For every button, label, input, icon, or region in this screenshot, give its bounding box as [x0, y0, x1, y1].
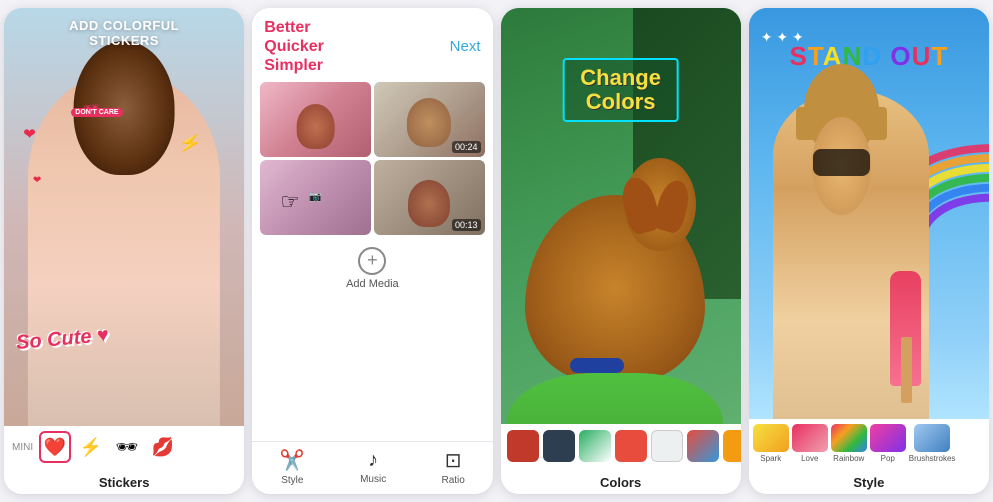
heart-sticker-1: ❤ [23, 125, 36, 143]
add-media-button[interactable]: + Add Media [252, 235, 492, 294]
media-toolbar: ✂️ Style ♪ Music ⊡ Ratio [252, 441, 492, 494]
panel-media: Better Quicker Simpler Next [252, 8, 492, 494]
toolbar-music-label: Music [360, 474, 386, 485]
sticker-heart-item[interactable]: ❤️ [39, 431, 71, 463]
style-swatches-bar: Spark Love Rainbow Pop Brushstrokes [749, 419, 989, 468]
sticker-lips-item[interactable]: 💋 [147, 431, 179, 463]
girl-silhouette-2 [773, 90, 929, 419]
dont-care-sticker: DON'T CARE [71, 108, 122, 117]
photo-label: 📷 [309, 192, 321, 203]
panel-colors: Change Colors [501, 8, 741, 494]
stars-decoration: ✦ ✦ ✦ [761, 29, 804, 46]
mini-label: MINI [10, 442, 35, 453]
colors-image-area: Change Colors [501, 8, 741, 424]
sticker-bolt-item[interactable]: ⚡ [75, 431, 107, 463]
media-thumb-4[interactable]: 00:13 [374, 160, 485, 235]
add-media-circle: + [358, 247, 386, 275]
duration-1: 00:24 [452, 141, 481, 153]
dog-area [525, 195, 705, 382]
style-label: Style [749, 468, 989, 494]
colors-background: Change Colors [501, 8, 741, 424]
color-swatches-bar [501, 424, 741, 468]
style-swatch-love[interactable]: Love [792, 424, 828, 463]
sticker-glasses-item[interactable]: 🕶 [111, 431, 143, 463]
stickers-panel-title: ADD COLORFUL STICKERS [4, 18, 244, 48]
style-swatch-brushstrokes[interactable]: Brushstrokes [909, 424, 956, 463]
media-header: Better Quicker Simpler Next [252, 8, 492, 82]
cursor-icon: ☞ [280, 189, 300, 215]
change-colors-text: Change Colors [580, 66, 661, 114]
style-icon: ✂️ [280, 448, 305, 473]
media-image-area: Better Quicker Simpler Next [252, 8, 492, 441]
swatch-white[interactable] [651, 430, 683, 462]
next-button[interactable]: Next [450, 38, 481, 55]
swatch-coral[interactable] [615, 430, 647, 462]
media-thumb-2[interactable]: 00:24 [374, 82, 485, 157]
stickers-image-area: ❤ ❤ ⚡ 🕶 DON'T CARE So Cute ♥ ADD COLORFU… [4, 8, 244, 426]
toolbar-ratio-label: Ratio [441, 475, 464, 486]
swatch-dark[interactable] [543, 430, 575, 462]
swatch-green-white[interactable] [579, 430, 611, 462]
media-grid: 00:24 📷 ☞ 00:13 [252, 82, 492, 235]
style-swatch-spark[interactable]: Spark [753, 424, 789, 463]
style-image-area: STAND OUT ✦ ✦ ✦ [749, 8, 989, 419]
duration-2: 00:13 [452, 219, 481, 231]
stickers-label: Stickers [4, 468, 244, 494]
panel-style: STAND OUT ✦ ✦ ✦ [749, 8, 989, 494]
stickers-background: ❤ ❤ ⚡ 🕶 DON'T CARE So Cute ♥ ADD COLORFU… [4, 8, 244, 426]
style-swatch-rainbow[interactable]: Rainbow [831, 424, 867, 463]
toolbar-music[interactable]: ♪ Music [360, 449, 386, 485]
swatch-yellow[interactable] [723, 430, 741, 462]
music-icon: ♪ [368, 449, 378, 472]
swatch-red[interactable] [507, 430, 539, 462]
media-background: Better Quicker Simpler Next [252, 8, 492, 441]
sticker-selector-bar[interactable]: MINI ❤️ ⚡ 🕶 💋 [4, 426, 244, 468]
toolbar-style[interactable]: ✂️ Style [280, 448, 305, 486]
app-container: ❤ ❤ ⚡ 🕶 DON'T CARE So Cute ♥ ADD COLORFU… [0, 0, 993, 502]
ratio-icon: ⊡ [445, 448, 462, 473]
add-media-label: Add Media [346, 278, 399, 290]
style-background: STAND OUT ✦ ✦ ✦ [749, 8, 989, 419]
colors-label: Colors [501, 468, 741, 494]
media-thumb-1[interactable] [260, 82, 371, 157]
panel-stickers: ❤ ❤ ⚡ 🕶 DON'T CARE So Cute ♥ ADD COLORFU… [4, 8, 244, 494]
style-swatch-pop[interactable]: Pop [870, 424, 906, 463]
swatch-gradient[interactable] [687, 430, 719, 462]
toolbar-style-label: Style [281, 475, 303, 486]
media-thumb-3[interactable]: 📷 ☞ [260, 160, 371, 235]
toolbar-ratio[interactable]: ⊡ Ratio [441, 448, 464, 486]
change-colors-box: Change Colors [562, 58, 679, 122]
bolt-sticker: ⚡ [177, 132, 203, 157]
heart-sticker-2: ❤ [33, 175, 41, 186]
media-title: Better Quicker Simpler [264, 18, 324, 76]
